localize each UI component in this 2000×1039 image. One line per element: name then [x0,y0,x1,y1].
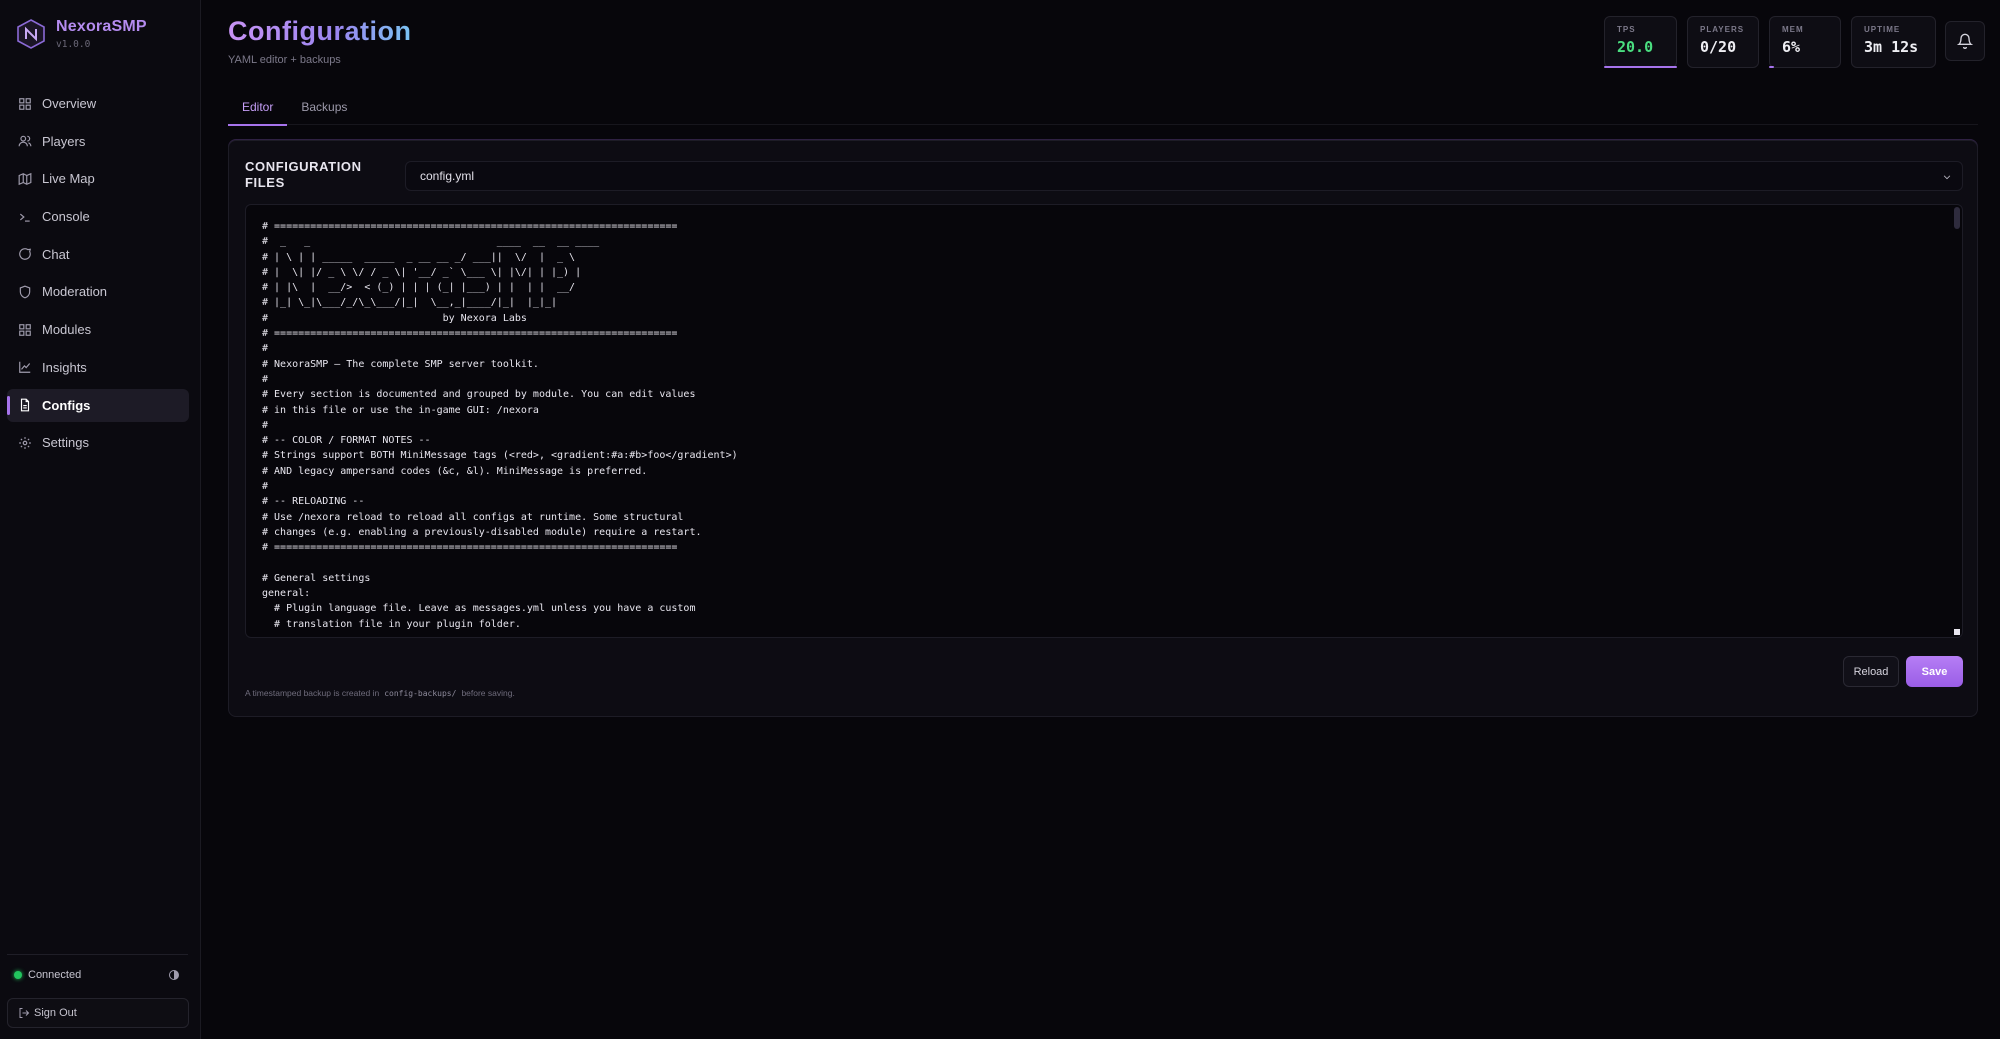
sidebar-item-chat[interactable]: Chat [7,238,189,271]
connection-status-label: Connected [28,969,82,981]
terminal-icon [18,210,32,224]
sidebar-item-live-map[interactable]: Live Map [7,162,189,195]
theme-toggle-icon[interactable] [168,969,180,981]
sidebar-item-label: Settings [42,435,89,451]
resize-handle[interactable] [1954,629,1960,635]
brand-name: NexoraSMP [56,18,147,35]
sidebar-item-moderation[interactable]: Moderation [7,275,189,308]
sidebar-nav: Overview Players Live Map Console Chat M… [7,87,189,464]
chevron-down-icon [1943,175,1951,180]
sidebar-item-players[interactable]: Players [7,125,189,158]
stat-label: TPS [1617,25,1636,34]
connection-status: Connected [14,969,180,981]
sidebar-item-label: Moderation [42,284,108,300]
stat-tps: TPS 20.0 [1604,16,1677,68]
sidebar-item-label: Players [42,133,86,149]
sidebar-item-insights[interactable]: Insights [7,351,189,384]
sidebar: NexoraSMP v1.0.0 Overview Players Live M… [0,0,201,1039]
stat-label: MEM [1782,25,1804,34]
sidebar-item-console[interactable]: Console [7,200,189,233]
chart-icon [18,360,32,374]
file-icon [18,398,32,412]
sign-out-label: Sign Out [34,1007,77,1019]
stat-players: PLAYERS 0/20 [1687,16,1759,68]
backup-footnote: A timestamped backup is created in config… [245,688,515,698]
tab-editor[interactable]: Editor [228,91,288,126]
shield-icon [18,285,32,299]
stat-value: 3m 12s [1864,38,1919,56]
mem-bar [1769,66,1774,68]
sidebar-item-modules[interactable]: Modules [7,313,189,346]
editor-scrollbar[interactable] [1954,207,1960,229]
grid-icon [18,323,32,337]
yaml-editor[interactable]: # ======================================… [245,204,1963,638]
sidebar-item-label: Insights [42,359,87,375]
stat-mem: MEM 6% [1769,16,1841,68]
sidebar-item-overview[interactable]: Overview [7,87,189,120]
grid-icon [18,97,32,111]
backup-folder-path: config-backups/ [384,689,457,698]
sidebar-item-label: Configs [42,397,91,413]
yaml-content[interactable]: # ======================================… [262,219,1938,632]
sidebar-item-label: Chat [42,246,70,262]
sidebar-item-label: Modules [42,322,92,338]
page-subtitle: YAML editor + backups [228,54,341,66]
config-file-select[interactable]: config.yml [405,161,1963,191]
server-stats: TPS 20.0 PLAYERS 0/20 MEM 6% UPTIME 3m 1… [1604,16,1936,68]
tps-bar [1604,66,1677,68]
tab-backups[interactable]: Backups [287,91,361,125]
stat-value: 6% [1782,38,1801,56]
save-button[interactable]: Save [1906,656,1963,687]
brand[interactable]: NexoraSMP v1.0.0 [16,18,147,50]
sidebar-item-label: Overview [42,96,97,111]
sidebar-item-settings[interactable]: Settings [7,426,189,459]
tab-bar: Editor Backups [228,91,1978,126]
sidebar-item-label: Console [42,209,90,225]
gear-icon [18,436,32,450]
stat-uptime: UPTIME 3m 12s [1851,16,1936,68]
nexora-logo-icon [17,19,45,49]
sign-out-button[interactable]: Sign Out [7,998,189,1028]
stat-value: 0/20 [1700,38,1737,56]
sidebar-divider [7,954,188,955]
brand-version: v1.0.0 [56,39,91,50]
selected-file: config.yml [420,169,475,183]
sidebar-item-label: Live Map [42,171,95,187]
chat-icon [18,247,32,261]
reload-button[interactable]: Reload [1843,656,1899,687]
users-icon [18,134,32,148]
footnote-text: A timestamped backup is created in [245,688,380,698]
status-dot-icon [14,971,22,979]
sign-out-icon [19,1008,30,1018]
stat-label: UPTIME [1864,25,1901,34]
map-icon [18,172,32,186]
notifications-button[interactable] [1945,21,1985,61]
config-editor-card: CONFIGURATION FILES config.yml # =======… [228,140,1978,717]
footnote-text: before saving. [461,688,515,698]
stat-value: 20.0 [1617,38,1654,56]
page-title: Configuration [228,16,412,46]
stat-label: PLAYERS [1700,25,1745,34]
sidebar-item-configs[interactable]: Configs [7,388,189,422]
configuration-files-label: CONFIGURATION FILES [245,159,362,190]
bell-icon [1957,33,1973,49]
